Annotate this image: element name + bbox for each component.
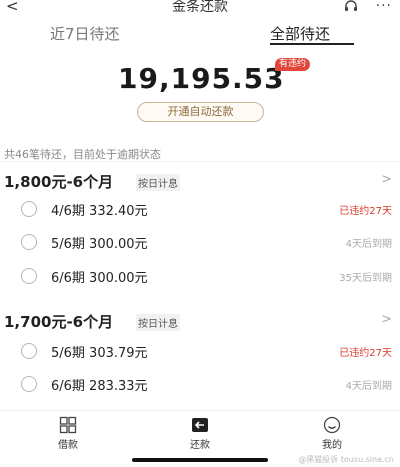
installment-row[interactable]: 5/6期 303.79元 已违约27天	[0, 341, 400, 361]
interest-tag: 按日计息	[136, 174, 180, 191]
top-bar: < 金条还款 ···	[0, 0, 400, 16]
interest-tag: 按日计息	[136, 314, 180, 331]
nav-borrow[interactable]: 借款	[38, 412, 98, 451]
home-indicator	[132, 458, 268, 462]
chevron-right-icon[interactable]: >	[381, 312, 392, 327]
chevron-right-icon[interactable]: >	[381, 172, 392, 187]
installment-status: 4天后到期	[345, 239, 392, 250]
select-radio[interactable]	[21, 234, 37, 250]
installment-amount: 4/6期 332.40元	[51, 204, 148, 219]
nav-mine[interactable]: 我的	[302, 412, 362, 451]
nav-label: 借款	[58, 440, 78, 451]
select-radio[interactable]	[21, 376, 37, 392]
divider	[0, 161, 400, 162]
installment-row[interactable]: 6/6期 283.33元 4天后到期	[0, 374, 400, 394]
loan-group-header[interactable]: 1,700元-6个月 按日计息 >	[0, 311, 400, 333]
nav-repay[interactable]: 还款	[170, 412, 230, 451]
nav-label: 还款	[190, 440, 210, 451]
nav-label: 我的	[322, 440, 342, 451]
installment-amount: 6/6期 283.33元	[51, 379, 148, 394]
tab-next-7-days[interactable]: 近7日待还	[50, 24, 120, 44]
total-amount-section: 19,195.53 有违约	[0, 58, 400, 98]
grid-icon	[59, 416, 77, 434]
tab-all-due[interactable]: 全部待还	[270, 24, 330, 44]
more-icon[interactable]: ···	[376, 0, 392, 14]
installment-amount: 5/6期 300.00元	[51, 237, 148, 252]
select-radio[interactable]	[21, 268, 37, 284]
installment-status: 35天后到期	[339, 273, 392, 284]
loan-group-title: 1,700元-6个月	[4, 313, 114, 331]
installment-status: 已违约27天	[339, 206, 392, 217]
active-tab-indicator	[270, 43, 354, 45]
installment-row[interactable]: 4/6期 332.40元 已违约27天	[0, 199, 400, 219]
installment-row[interactable]: 6/6期 300.00元 35天后到期	[0, 266, 400, 286]
bottom-nav: 借款 还款 我的	[0, 412, 400, 451]
loan-group-header[interactable]: 1,800元-6个月 按日计息 >	[0, 171, 400, 193]
divider	[0, 410, 400, 411]
loan-group-title: 1,800元-6个月	[4, 173, 114, 191]
smile-face-icon	[323, 416, 341, 434]
installment-row[interactable]: 5/6期 300.00元 4天后到期	[0, 232, 400, 252]
installment-status: 已违约27天	[339, 348, 392, 359]
overdue-badge: 有违约	[275, 58, 311, 71]
watermark: @黑猫投诉 tousu.sina.cn	[298, 455, 394, 464]
select-radio[interactable]	[21, 201, 37, 217]
select-radio[interactable]	[21, 343, 37, 359]
headset-icon[interactable]	[344, 0, 358, 12]
page-title: 金条还款	[172, 0, 228, 15]
total-amount: 19,195.53	[118, 62, 285, 95]
installment-status: 4天后到期	[345, 381, 392, 392]
installment-amount: 5/6期 303.79元	[51, 346, 148, 361]
repayment-summary: 共46笔待还，目前处于逾期状态	[4, 148, 161, 161]
arrow-left-box-icon	[192, 418, 208, 432]
installment-amount: 6/6期 300.00元	[51, 271, 148, 286]
enable-autopay-button[interactable]: 开通自动还款	[137, 102, 264, 122]
